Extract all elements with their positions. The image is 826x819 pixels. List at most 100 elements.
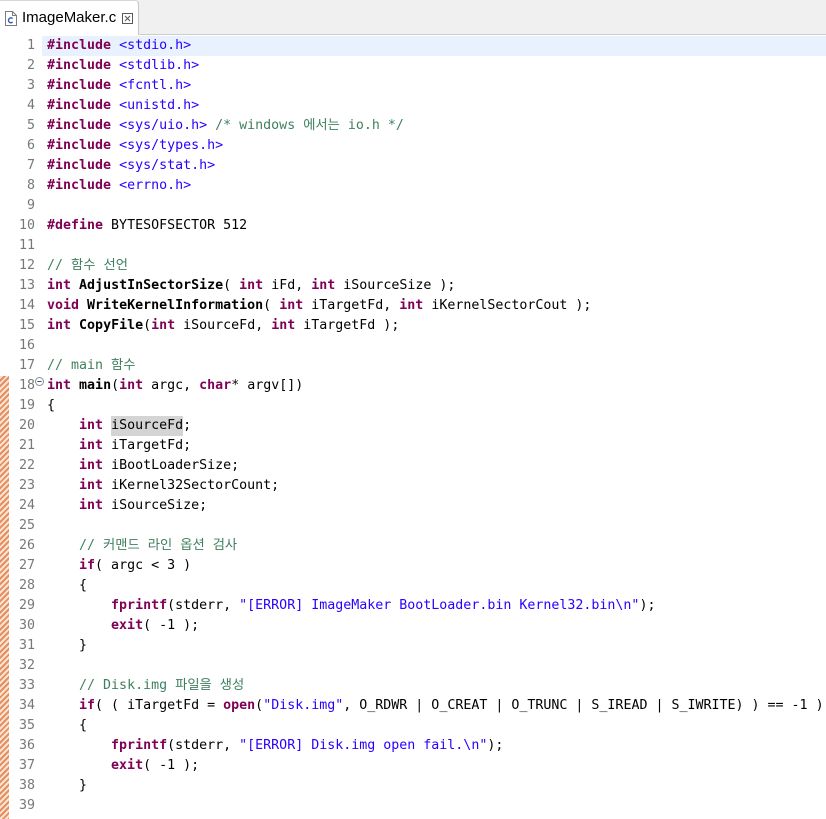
code-line[interactable]: 25 (0, 516, 826, 536)
code-line[interactable]: 29 fprintf(stderr, "[ERROR] ImageMaker B… (0, 596, 826, 616)
code-line-content[interactable]: int iKernel32SectorCount; (47, 476, 279, 496)
code-line[interactable]: 6 #include <sys/types.h> (0, 136, 826, 156)
code-line-content[interactable]: } (47, 776, 87, 796)
code-line[interactable]: 35 { (0, 716, 826, 736)
code-line-content[interactable]: #include <sys/uio.h> /* windows 에서는 io.h… (47, 116, 404, 136)
code-line-content[interactable]: if( argc < 3 ) (47, 556, 191, 576)
eclipse-editor-window: ImageMaker.c 1 #include <stdio.h> 2 #includ… (0, 0, 826, 819)
code-line[interactable]: 36 fprintf(stderr, "[ERROR] Disk.img ope… (0, 736, 826, 756)
code-line-content[interactable]: { (47, 396, 55, 416)
code-line[interactable]: 18 int main(int argc, char* argv[]) (0, 376, 826, 396)
code-line[interactable]: 7 #include <sys/stat.h> (0, 156, 826, 176)
code-line[interactable]: 11 (0, 236, 826, 256)
preprocessor-directive: #include (47, 118, 112, 133)
code-line-content[interactable]: fprintf(stderr, "[ERROR] ImageMaker Boot… (47, 596, 655, 616)
editor-tab-bar: ImageMaker.c (0, 0, 826, 35)
code-text: , O_RDWR | O_CREAT | O_TRUNC | S_IREAD |… (343, 698, 824, 713)
code-line-content[interactable]: int iSourceSize; (47, 496, 207, 516)
preprocessor-directive: #include (47, 158, 112, 173)
code-line-content[interactable]: #include <errno.h> (47, 176, 191, 196)
code-line[interactable]: 17 // main 함수 (0, 356, 826, 376)
function-name: CopyFile (79, 318, 144, 333)
code-text: iKernelSectorCout ); (423, 298, 592, 313)
code-line[interactable]: 37 exit( -1 ); (0, 756, 826, 776)
code-line[interactable]: 32 (0, 656, 826, 676)
code-line[interactable]: 26 // 커맨드 라인 옵션 검사 (0, 536, 826, 556)
code-line[interactable]: 10 #define BYTESOFSECTOR 512 (0, 216, 826, 236)
code-line[interactable]: 2 #include <stdlib.h> (0, 56, 826, 76)
include-path: <stdio.h> (119, 38, 192, 53)
code-line[interactable]: 8 #include <errno.h> (0, 176, 826, 196)
code-line[interactable]: 13 int AdjustInSectorSize( int iFd, int i… (0, 276, 826, 296)
code-line-content[interactable]: int iSourceFd; (47, 416, 191, 436)
code-text: ( (223, 278, 240, 293)
tab-imagemaker-c[interactable]: ImageMaker.c (0, 0, 139, 35)
preprocessor-directive: #include (47, 138, 112, 153)
code-line-content[interactable]: } (47, 636, 87, 656)
keyword: if (79, 558, 96, 573)
code-line[interactable]: 3 #include <fcntl.h> (0, 76, 826, 96)
code-line-content[interactable]: { (47, 576, 87, 596)
code-line[interactable]: 33 // Disk.img 파일을 생성 (0, 676, 826, 696)
code-line[interactable]: 9 (0, 196, 826, 216)
code-line[interactable]: 39 (0, 796, 826, 816)
code-line[interactable]: 20 int iSourceFd; (0, 416, 826, 436)
code-line-content[interactable]: { (47, 716, 87, 736)
code-line[interactable]: 27 if( argc < 3 ) (0, 556, 826, 576)
code-line[interactable]: 1 #include <stdio.h> (0, 36, 826, 56)
code-line[interactable]: 23 int iKernel32SectorCount; (0, 476, 826, 496)
code-text: argc, (143, 378, 200, 393)
code-line-content[interactable]: exit( -1 ); (47, 756, 199, 776)
code-line-content[interactable]: #include <unistd.h> (47, 96, 199, 116)
collapse-fold-icon[interactable] (35, 377, 44, 386)
code-line[interactable]: 28 { (0, 576, 826, 596)
code-text: iTargetFd; (103, 438, 192, 453)
code-line-content[interactable]: #define BYTESOFSECTOR 512 (47, 216, 247, 236)
code-text: ( (143, 318, 152, 333)
code-text: (stderr, (167, 598, 240, 613)
code-line-content[interactable]: // Disk.img 파일을 생성 (47, 676, 244, 696)
code-line[interactable]: 22 int iBootLoaderSize; (0, 456, 826, 476)
code-line-content[interactable]: // 함수 선언 (47, 256, 128, 276)
code-line[interactable]: 16 (0, 336, 826, 356)
code-line-content[interactable]: #include <sys/types.h> (47, 136, 223, 156)
code-line-content[interactable]: // main 함수 (47, 356, 136, 376)
close-icon[interactable] (122, 13, 133, 24)
code-line-content[interactable]: // 커맨드 라인 옵션 검사 (47, 536, 237, 556)
code-line-content[interactable]: #include <stdlib.h> (47, 56, 199, 76)
code-line-content[interactable]: exit( -1 ); (47, 616, 199, 636)
code-line[interactable]: 14 void WriteKernelInformation( int iTarg… (0, 296, 826, 316)
function-call: exit (111, 758, 144, 773)
code-text: ( ( iTargetFd = (95, 698, 224, 713)
code-line[interactable]: 5 #include <sys/uio.h> /* windows 에서는 io.… (0, 116, 826, 136)
code-line-content[interactable]: if( ( iTargetFd = open("Disk.img", O_RDW… (47, 696, 824, 716)
code-line[interactable]: 21 int iTargetFd; (0, 436, 826, 456)
preprocessor-directive: #include (47, 38, 112, 53)
code-line[interactable]: 19{ (0, 396, 826, 416)
code-line-content[interactable]: #include <fcntl.h> (47, 76, 191, 96)
code-line[interactable]: 30 exit( -1 ); (0, 616, 826, 636)
tab-label: ImageMaker.c (22, 9, 117, 26)
code-line[interactable]: 24 int iSourceSize; (0, 496, 826, 516)
code-line-content[interactable]: int iBootLoaderSize; (47, 456, 239, 476)
code-line-content[interactable]: int AdjustInSectorSize( int iFd, int iSo… (47, 276, 455, 296)
code-line-content[interactable]: int main(int argc, char* argv[]) (47, 376, 303, 396)
code-line-content[interactable]: #include <stdio.h> (47, 36, 191, 56)
code-line-content[interactable]: fprintf(stderr, "[ERROR] Disk.img open f… (47, 736, 503, 756)
code-line[interactable]: 31 } (0, 636, 826, 656)
code-editor[interactable]: 1 #include <stdio.h> 2 #include <stdlib.h> 3… (0, 35, 826, 819)
code-line-content[interactable]: void WriteKernelInformation( int iTarget… (47, 296, 591, 316)
code-text: ( (111, 378, 120, 393)
code-line-content[interactable]: #include <sys/stat.h> (47, 156, 215, 176)
code-line[interactable]: 34 if( ( iTargetFd = open("Disk.img", O_… (0, 696, 826, 716)
code-line[interactable]: 38 } (0, 776, 826, 796)
code-line-content[interactable]: int CopyFile(int iSourceFd, int iTargetF… (47, 316, 399, 336)
code-line[interactable]: 15 int CopyFile(int iSourceFd, int iTarge… (0, 316, 826, 336)
code-line-content[interactable]: int iTargetFd; (47, 436, 191, 456)
code-line[interactable]: 12 // 함수 선언 (0, 256, 826, 276)
code-line[interactable]: 4 #include <unistd.h> (0, 96, 826, 116)
code-text: ( (263, 298, 280, 313)
c-source-file-icon (5, 11, 17, 26)
